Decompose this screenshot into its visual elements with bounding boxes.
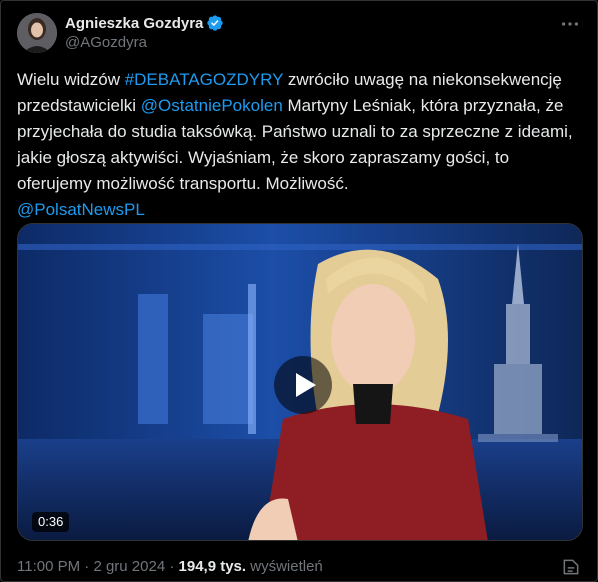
verified-badge-icon (206, 14, 224, 32)
author-handle[interactable]: @AGozdyra (65, 34, 147, 51)
hashtag-link[interactable]: #DEBATAGOZDYRY (125, 70, 283, 89)
tweet-time[interactable]: 11:00 PM (17, 558, 80, 575)
author-name[interactable]: Agnieszka Gozdyra (65, 15, 203, 32)
play-button[interactable] (274, 356, 332, 414)
video-duration: 0:36 (32, 512, 70, 532)
more-icon[interactable] (559, 13, 581, 35)
separator: · (165, 558, 179, 575)
mention-link[interactable]: @OstatniePokolen (141, 96, 283, 115)
view-count: 194,9 tys. (178, 558, 247, 575)
avatar[interactable] (17, 13, 57, 53)
tweet-text: Wielu widzów #DEBATAGOZDYRY zwróciło uwa… (17, 67, 583, 223)
tweet-text-part: Wielu widzów (17, 70, 125, 89)
analytics-icon[interactable] (561, 557, 581, 577)
view-label: wyświetleń (246, 558, 323, 575)
separator: · (80, 558, 94, 575)
play-icon (296, 373, 316, 397)
video-player[interactable]: 0:36 (17, 223, 583, 541)
tweet-meta: 11:00 PM · 2 gru 2024 · 194,9 tys. wyświ… (17, 558, 323, 575)
tweet-card: Agnieszka Gozdyra @AGozdyra Wielu widzów… (0, 0, 598, 582)
tweet-date[interactable]: 2 gru 2024 (93, 558, 165, 575)
author-name-row: Agnieszka Gozdyra (65, 13, 224, 33)
mention-link[interactable]: @PolsatNewsPL (17, 200, 145, 219)
